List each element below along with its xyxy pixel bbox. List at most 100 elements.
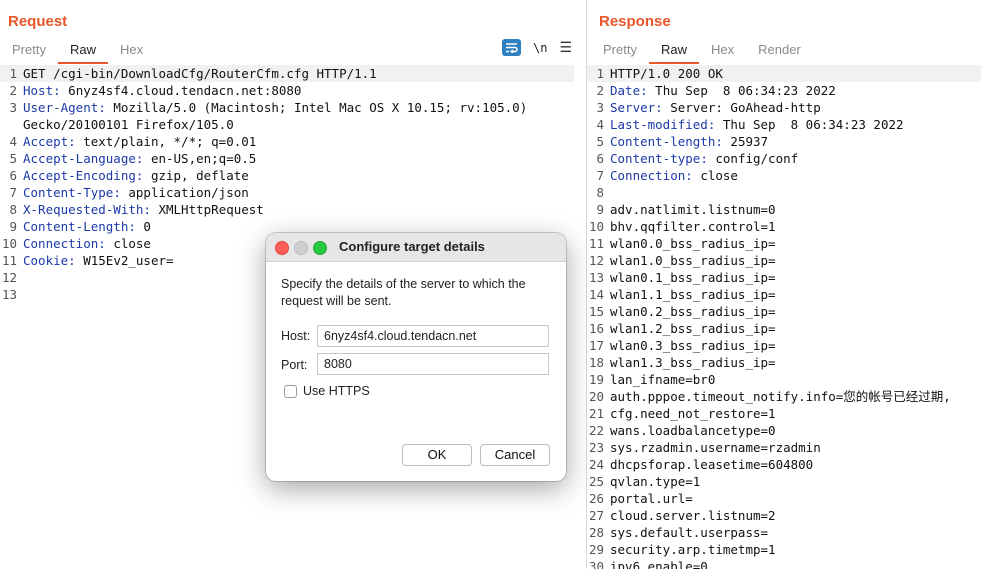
line-number: 6 (9, 168, 17, 183)
line-number: 9 (596, 202, 604, 217)
line-number: 8 (596, 185, 604, 200)
code-line: Gecko/20100101 Firefox/105.0 (0, 116, 586, 133)
close-window-icon[interactable] (275, 241, 289, 255)
line-number: 7 (9, 185, 17, 200)
header-name: Accept (23, 134, 69, 149)
header-line: Last-modified: Thu Sep 8 06:34:23 2022 (610, 116, 904, 133)
header-line: Content-Length: 0 (23, 218, 151, 235)
line-number: 7 (596, 168, 604, 183)
line-text: wlan1.3_bss_radius_ip= (610, 355, 776, 370)
line-number: 2 (596, 83, 604, 98)
header-name: Content-Length (23, 219, 129, 234)
line-number: 26 (588, 491, 604, 506)
line-number: 24 (588, 457, 604, 472)
code-line: 23 sys.rzadmin.username=rzadmin (587, 439, 981, 456)
line-number: 13 (1, 287, 17, 302)
line-text: wlan1.0_bss_radius_ip= (610, 253, 776, 268)
tab-render[interactable]: Render (746, 40, 813, 62)
zoom-window-icon[interactable] (313, 241, 327, 255)
header-line: Accept-Encoding: gzip, deflate (23, 167, 249, 184)
tab-hex[interactable]: Hex (108, 40, 155, 62)
use-https-checkbox[interactable] (284, 384, 297, 398)
code-line: 18 wlan1.3_bss_radius_ip= (587, 354, 981, 371)
code-line: 20 auth.pppoe.timeout_notify.info=您的帐号已经过… (587, 388, 981, 405)
line-number: 1 (596, 66, 604, 81)
header-line: Content-Type: application/json (23, 184, 249, 201)
header-colon: : (640, 83, 648, 98)
use-https-label[interactable]: Use HTTPS (303, 384, 370, 398)
header-colon: : (685, 168, 693, 183)
header-value: config/conf (707, 151, 799, 166)
header-line: Server: Server: GoAhead-http (610, 99, 821, 116)
header-value: Server: GoAhead-http (662, 100, 821, 115)
header-line: User-Agent: Mozilla/5.0 (Macintosh; Inte… (23, 99, 527, 116)
code-line: 14 wlan1.1_bss_radius_ip= (587, 286, 981, 303)
line-number: 9 (9, 219, 17, 234)
header-line: Content-length: 25937 (610, 133, 768, 150)
line-text: auth.pppoe.timeout_notify.info=您的帐号已经过期, (610, 389, 951, 404)
host-input[interactable] (317, 325, 549, 347)
header-value: Thu Sep 8 06:34:23 2022 (647, 83, 836, 98)
dialog-body: Specify the details of the server to whi… (266, 262, 566, 481)
code-line: 2 Date: Thu Sep 8 06:34:23 2022 (587, 82, 981, 99)
line-text: ipv6.enable=0 (610, 559, 708, 569)
line-number: 10 (588, 219, 604, 234)
code-line: 29 security.arp.timetmp=1 (587, 541, 981, 558)
tab-hex[interactable]: Hex (699, 40, 746, 62)
tab-raw[interactable]: Raw (648, 40, 699, 64)
line-number: 20 (588, 389, 604, 404)
response-editor[interactable]: 1 HTTP/1.0 200 OK 2 Date: Thu Sep 8 06:34:2… (587, 65, 981, 569)
code-line: 27 cloud.server.listnum=2 (587, 507, 981, 524)
code-line: 21 cfg.need_not_restore=1 (587, 405, 981, 422)
line-number: 2 (9, 83, 17, 98)
code-line: 22 wans.loadbalancetype=0 (587, 422, 981, 439)
dialog-title: Configure target details (339, 239, 485, 254)
header-value: Mozilla/5.0 (Macintosh; Intel Mac OS X 1… (105, 100, 528, 115)
line-number: 16 (588, 321, 604, 336)
line-text: wlan1.1_bss_radius_ip= (610, 287, 776, 302)
code-line: 10 bhv.qqfilter.control=1 (587, 218, 981, 235)
header-colon: : (715, 134, 723, 149)
line-number: 3 (9, 100, 17, 115)
header-name: Content-type (610, 151, 701, 166)
header-colon: : (655, 100, 663, 115)
header-name: Content-length (610, 134, 716, 149)
code-line: 30 ipv6.enable=0 (587, 558, 981, 569)
line-text: cloud.server.listnum=2 (610, 508, 776, 523)
line-number: 27 (588, 508, 604, 523)
wrap-lines-icon[interactable] (501, 39, 521, 56)
configure-target-dialog: Configure target details Specify the det… (266, 233, 566, 481)
header-value: 0 (135, 219, 151, 234)
line-text: wans.loadbalancetype=0 (610, 423, 776, 438)
line-text: GET /cgi-bin/DownloadCfg/RouterCfm.cfg H… (23, 66, 377, 81)
line-number: 1 (9, 66, 17, 81)
code-line: 24 dhcpsforap.leasetime=604800 (587, 456, 981, 473)
header-colon: : (128, 219, 136, 234)
code-line: 15 wlan0.2_bss_radius_ip= (587, 303, 981, 320)
header-name: Content-Type (23, 185, 114, 200)
header-value: text/plain, */*; q=0.01 (75, 134, 257, 149)
header-value: 6nyz4sf4.cloud.tendacn.net:8080 (60, 83, 302, 98)
code-line: 19 lan_ifname=br0 (587, 371, 981, 388)
line-number: 5 (9, 151, 17, 166)
line-number: 12 (1, 270, 17, 285)
header-colon: : (98, 100, 106, 115)
line-text: sys.rzadmin.username=rzadmin (610, 440, 821, 455)
tab-pretty[interactable]: Pretty (0, 40, 58, 62)
code-line: 2 Host: 6nyz4sf4.cloud.tendacn.net:8080 (0, 82, 586, 99)
tab-pretty[interactable]: Pretty (591, 40, 649, 62)
port-input[interactable] (317, 353, 549, 375)
hamburger-icon[interactable]: ☰ (559, 39, 572, 56)
code-line: 9 adv.natlimit.listnum=0 (587, 201, 981, 218)
header-line: X-Requested-With: XMLHttpRequest (23, 201, 264, 218)
ok-button[interactable]: OK (402, 444, 472, 466)
line-number: 10 (1, 236, 17, 251)
tab-raw[interactable]: Raw (57, 40, 108, 64)
code-line: 6 Content-type: config/conf (587, 150, 981, 167)
code-line: 26 portal.url= (587, 490, 981, 507)
header-value: close (692, 168, 738, 183)
newline-toggle-button[interactable]: \n (533, 41, 547, 55)
cancel-button[interactable]: Cancel (480, 444, 550, 466)
code-line: 8 (587, 184, 981, 201)
line-number: 22 (588, 423, 604, 438)
